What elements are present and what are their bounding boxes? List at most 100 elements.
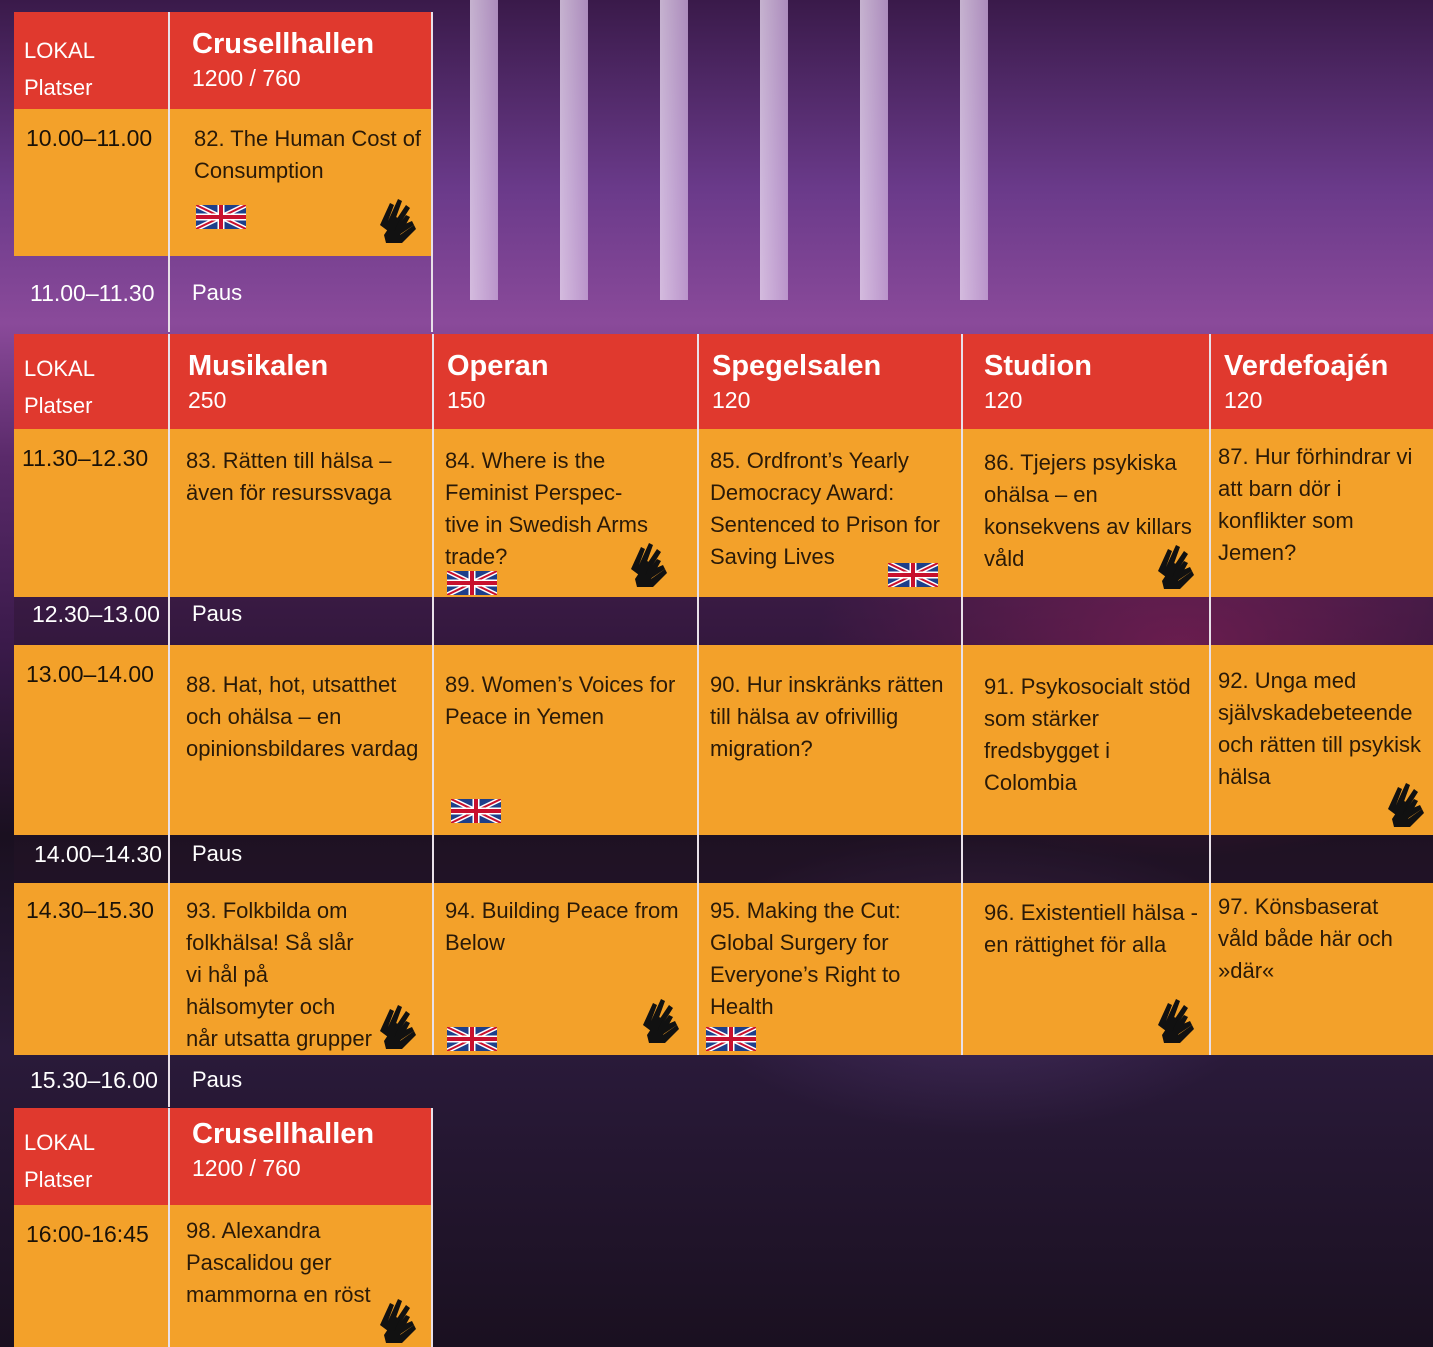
venue-header-spegelsalen: Spegelsalen 120 [698,334,962,429]
lokal-header-cell: LOKAL Platser [14,12,170,109]
venue-header-crusellhallen: Crusellhallen 1200 / 760 [170,12,432,109]
session-cell-88[interactable]: 88. Hat, hot, utsatthet och ohälsa – en … [170,645,433,835]
divider [1209,334,1211,1055]
pause-time: 15.30–16.00 [30,1067,158,1093]
pillar [560,0,588,300]
venue-seats: 1200 / 760 [192,1155,301,1181]
sign-language-icon [380,1005,416,1049]
session-title: 97. Könsbaserat våld både här och »där« [1218,894,1393,983]
session-cell-82[interactable]: 82. The Human Cost of Consumption [170,109,432,256]
venue-header-studion: Studion 120 [962,334,1210,429]
sign-language-icon [643,999,679,1043]
pause-label: Paus [192,280,243,305]
session-title: 95. Making the Cut: Global Surgery for E… [710,898,901,1019]
pillar [860,0,888,300]
pause-time: 14.00–14.30 [34,841,162,867]
platser-label: Platser [24,1167,93,1192]
session-title: 90. Hur inskränks rätten till hälsa av o… [710,672,944,761]
session-cell-93[interactable]: 93. Folkbilda om folkhälsa! Så slår vi h… [170,883,433,1055]
session-time: 10.00–11.00 [26,125,153,151]
pause-row: 14.00–14.30 Paus [14,835,1433,883]
sign-language-icon [380,199,416,243]
session-cell-90[interactable]: 90. Hur inskränks rätten till hälsa av o… [698,645,962,835]
pillar [760,0,788,300]
session-cell-98[interactable]: 98. Alexandra Pascalidou ger mammorna en… [170,1205,432,1347]
session-cell-95[interactable]: 95. Making the Cut: Global Surgery for E… [698,883,962,1055]
sign-language-icon [380,1299,416,1343]
lokal-header-cell: LOKAL Platser [14,334,170,429]
platser-label: Platser [24,393,93,418]
session-time: 14.30–15.30 [26,897,154,923]
venue-name: Crusellhallen [192,28,375,60]
pause-row: 12.30–13.00 Paus [14,597,1433,645]
platser-label: Platser [24,75,93,100]
session-title: 88. Hat, hot, utsatthet och ohälsa – en … [186,672,419,761]
divider [697,334,699,1055]
venue-seats: 150 [447,387,486,413]
time-cell: 14.30–15.30 [14,883,170,1055]
divider [168,12,170,332]
session-title: 94. Building Peace from Below [445,898,679,955]
venue-header-musikalen: Musikalen 250 [170,334,433,429]
venue-name: Verdefoajén [1224,350,1389,382]
pause-time-cell: 11.00–11.30 [14,270,170,320]
pause-label: Paus [192,1067,243,1092]
session-title: 83. Rätten till hälsa – även för resurss… [186,448,392,505]
venue-header-crusellhallen: Crusellhallen 1200 / 760 [170,1108,432,1205]
sign-language-icon [1388,783,1424,827]
session-cell-89[interactable]: 89. Women’s Voices for Peace in Yemen [433,645,698,835]
venue-seats: 250 [188,387,227,413]
time-cell: 10.00–11.00 [14,109,170,256]
divider [431,1108,433,1347]
session-title: 91. Psykosocialt stöd som stärker fredsb… [984,674,1191,795]
session-cell-94[interactable]: 94. Building Peace from Below [433,883,698,1055]
session-title: 82. The Human Cost of Consumption [194,126,422,183]
session-cell-91[interactable]: 91. Psykosocialt stöd som stärker fredsb… [962,645,1210,835]
venue-header-verdefoajen: Verdefoajén 120 [1210,334,1433,429]
session-cell-96[interactable]: 96. Existentiell hälsa - en rättighet fö… [962,883,1210,1055]
divider [168,1108,170,1347]
session-cell-87[interactable]: 87. Hur förhindrar vi att barn dör i kon… [1210,429,1433,597]
pillar [660,0,688,300]
divider [432,334,434,1055]
session-cell-86[interactable]: 86. Tjejers psykiska ohälsa – en konsekv… [962,429,1210,597]
venue-name: Operan [447,350,549,382]
lokal-header-cell: LOKAL Platser [14,1108,170,1205]
pillar [470,0,498,300]
venue-seats: 120 [1224,387,1263,413]
uk-flag-icon [706,1027,756,1051]
uk-flag-icon [451,799,501,823]
lokal-label: LOKAL [24,1130,95,1155]
lokal-label: LOKAL [24,356,95,381]
divider [431,12,433,332]
session-time: 13.00–14.00 [26,661,154,687]
venue-seats: 120 [984,387,1023,413]
session-title: 85. Ordfront’s Yearly Democracy Award: S… [710,448,940,569]
venue-name: Musikalen [188,350,329,382]
lokal-label: LOKAL [24,38,95,63]
session-time: 16:00-16:45 [26,1221,149,1247]
session-title: 89. Women’s Voices for Peace in Yemen [445,672,676,729]
pillar [960,0,988,300]
session-cell-97[interactable]: 97. Könsbaserat våld både här och »där« [1210,883,1433,1055]
pause-cell: Paus [170,1057,432,1107]
venue-name: Studion [984,350,1092,382]
pause-time: 12.30–13.00 [32,601,160,627]
sign-language-icon [1158,545,1194,589]
session-cell-84[interactable]: 84. Where is the Feminist Perspec-tive i… [433,429,698,597]
session-cell-92[interactable]: 92. Unga med självskadebeteende och rätt… [1210,645,1433,835]
session-cell-83[interactable]: 83. Rätten till hälsa – även för resurss… [170,429,433,597]
venue-header-operan: Operan 150 [433,334,698,429]
uk-flag-icon [196,205,246,229]
time-cell: 16:00-16:45 [14,1205,170,1347]
venue-name: Crusellhallen [192,1118,375,1150]
pause-time-cell: 15.30–16.00 [14,1057,170,1107]
uk-flag-icon [447,571,497,595]
session-cell-85[interactable]: 85. Ordfront’s Yearly Democracy Award: S… [698,429,962,597]
session-title: 92. Unga med självskadebeteende och rätt… [1218,668,1421,789]
session-title: 87. Hur förhindrar vi att barn dör i kon… [1218,444,1413,565]
pause-time: 11.00–11.30 [30,280,155,306]
session-time: 11.30–12.30 [22,445,149,471]
uk-flag-icon [888,563,938,587]
pause-label: Paus [192,601,243,626]
